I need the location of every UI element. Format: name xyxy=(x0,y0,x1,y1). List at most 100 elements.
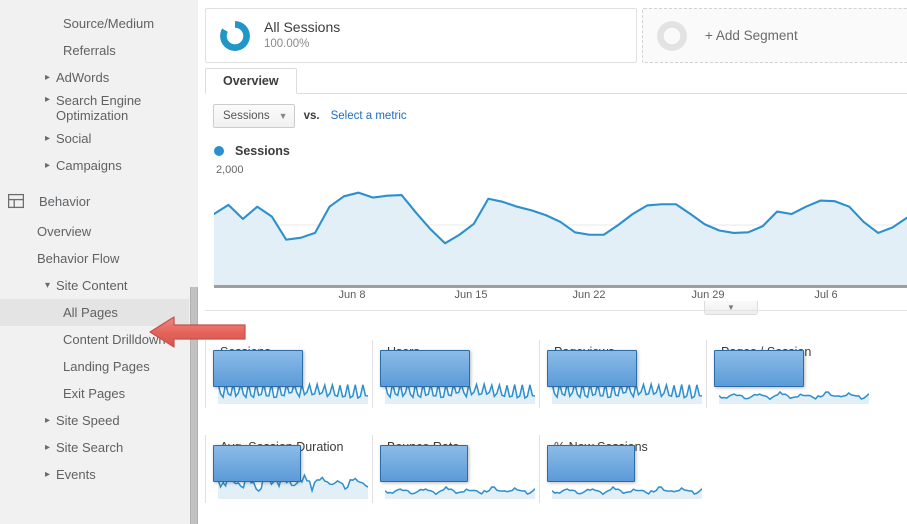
segment-bar: All Sessions 100.00% + Add Segment xyxy=(205,8,907,63)
segment-donut-icon xyxy=(220,20,250,51)
chevron-right-icon xyxy=(45,73,54,83)
behavior-layout-icon xyxy=(8,193,24,209)
segment-all-sessions[interactable]: All Sessions 100.00% xyxy=(205,8,637,63)
add-segment-button[interactable]: + Add Segment xyxy=(642,8,907,63)
metric-card[interactable]: Bounce Rate xyxy=(372,413,539,508)
sidebar-item-label: All Pages xyxy=(63,305,118,320)
sessions-timeline-chart[interactable] xyxy=(214,164,907,286)
redaction-overlay xyxy=(547,350,637,387)
vs-label: vs. xyxy=(303,110,320,122)
x-tick-label: Jul 6 xyxy=(814,289,838,301)
sidebar-item-label: Site Speed xyxy=(56,413,120,428)
sidebar-item-events[interactable]: Events xyxy=(0,461,189,488)
sidebar-item-social[interactable]: Social xyxy=(0,125,189,152)
sidebar-item-overview[interactable]: Overview xyxy=(0,218,189,245)
sidebar-scrollbar-thumb[interactable] xyxy=(190,287,198,524)
card-divider xyxy=(205,435,206,503)
metric-card[interactable]: Pages / Session xyxy=(706,318,873,413)
chevron-right-icon xyxy=(45,470,54,480)
metric-card[interactable]: Avg. Session Duration xyxy=(205,413,372,508)
metric-card[interactable]: Users xyxy=(372,318,539,413)
legend-label: Sessions xyxy=(235,144,290,158)
sidebar-section-behavior[interactable]: Behavior xyxy=(0,186,189,216)
sidebar-item-label: Landing Pages xyxy=(63,359,150,374)
sidebar-item-label: Events xyxy=(56,467,96,482)
sidebar-item-label: Site Search xyxy=(56,440,124,455)
chart-area-fill xyxy=(214,192,907,286)
sidebar-item-label: Source/Medium xyxy=(63,16,155,31)
left-sidebar: Source/Medium Referrals AdWords Search Engi… xyxy=(0,0,191,524)
x-tick-label: Jun 29 xyxy=(691,289,725,301)
metric-card[interactable]: Sessions xyxy=(205,318,372,413)
chart-bottom-divider xyxy=(205,310,907,311)
sidebar-item-label: Social xyxy=(56,131,92,146)
chevron-right-icon xyxy=(45,161,54,171)
chart-x-tick-labels: Jun 8 Jun 15 Jun 22 Jun 29 Jul 6 xyxy=(214,289,907,305)
sidebar-item-content-drilldown[interactable]: Content Drilldown xyxy=(0,326,189,353)
x-tick-label: Jun 15 xyxy=(454,289,488,301)
segment-title: All Sessions xyxy=(264,19,341,35)
chart-legend: Sessions xyxy=(214,144,290,158)
sidebar-item-adwords[interactable]: AdWords xyxy=(0,64,189,91)
card-divider xyxy=(372,435,373,503)
sidebar-item-label: AdWords xyxy=(56,70,110,85)
metric-card[interactable]: Pageviews xyxy=(539,318,706,413)
sidebar-item-campaigns[interactable]: Campaigns xyxy=(0,152,189,179)
metric-cards-grid: SessionsUsersPageviewsPages / Session Avg… xyxy=(205,318,907,524)
x-tick-label: Jun 8 xyxy=(338,289,366,301)
sidebar-item-source-medium[interactable]: Source/Medium xyxy=(0,10,189,37)
card-divider xyxy=(205,340,206,408)
sidebar-item-landing-pages[interactable]: Landing Pages xyxy=(0,353,189,380)
sidebar-item-label: Search Engine Optimization xyxy=(56,93,142,123)
sidebar-item-site-speed[interactable]: Site Speed xyxy=(0,407,189,434)
main-content: All Sessions 100.00% + Add Segment Overv… xyxy=(198,0,907,524)
card-divider xyxy=(372,340,373,408)
sidebar-section-label: Behavior xyxy=(39,193,91,209)
chevron-down-icon: ▼ xyxy=(278,111,288,121)
add-segment-donut-icon xyxy=(657,20,687,51)
sidebar-item-all-pages[interactable]: All Pages xyxy=(0,299,189,326)
metric-selector-row: Sessions ▼ vs. Select a metric xyxy=(213,104,407,128)
tab-overview[interactable]: Overview xyxy=(205,68,297,94)
chevron-right-icon xyxy=(45,95,54,105)
chevron-right-icon xyxy=(45,416,54,426)
tab-strip: Overview xyxy=(205,68,907,94)
sidebar-item-label: Site Content xyxy=(56,278,128,293)
chart-collapse-handle[interactable]: ▼ xyxy=(704,301,758,315)
x-tick-label: Jun 22 xyxy=(572,289,606,301)
sidebar-item-label: Overview xyxy=(37,224,92,239)
sidebar-item-exit-pages[interactable]: Exit Pages xyxy=(0,380,189,407)
select-a-metric-link[interactable]: Select a metric xyxy=(331,110,407,122)
analytics-app: Source/Medium Referrals AdWords Search Engi… xyxy=(0,0,907,524)
chevron-right-icon xyxy=(45,134,54,144)
sidebar-item-referrals[interactable]: Referrals xyxy=(0,37,189,64)
sidebar-item-label: Campaigns xyxy=(56,158,122,173)
redaction-overlay xyxy=(213,350,303,387)
card-divider xyxy=(539,340,540,408)
metric-select-dropdown[interactable]: Sessions ▼ xyxy=(213,104,295,128)
card-divider xyxy=(539,435,540,503)
sidebar-item-label: Referrals xyxy=(63,43,116,58)
redaction-overlay xyxy=(380,350,470,387)
sidebar-item-behavior-flow[interactable]: Behavior Flow xyxy=(0,245,189,272)
redaction-overlay xyxy=(547,445,635,482)
sidebar-item-label: Exit Pages xyxy=(63,386,126,401)
sidebar-item-label: Content Drilldown xyxy=(63,332,166,347)
metric-card[interactable]: % New Sessions xyxy=(539,413,706,508)
redaction-overlay xyxy=(380,445,468,482)
sidebar-item-site-search[interactable]: Site Search xyxy=(0,434,189,461)
redaction-overlay xyxy=(213,445,301,482)
chevron-down-icon xyxy=(45,281,54,291)
chevron-right-icon xyxy=(45,443,54,453)
legend-dot-icon xyxy=(214,146,224,156)
sidebar-item-label: Behavior Flow xyxy=(37,251,120,266)
card-divider xyxy=(706,340,707,408)
add-segment-label: + Add Segment xyxy=(705,28,798,43)
segment-text: All Sessions 100.00% xyxy=(264,19,340,52)
sidebar-item-search-engine-optimization[interactable]: Search Engine Optimization xyxy=(0,91,189,125)
chart-x-axis xyxy=(214,285,907,288)
redaction-overlay xyxy=(714,350,804,387)
segment-percent: 100.00% xyxy=(264,38,310,50)
metric-select-value: Sessions xyxy=(223,110,270,122)
sidebar-item-site-content[interactable]: Site Content xyxy=(0,272,189,299)
